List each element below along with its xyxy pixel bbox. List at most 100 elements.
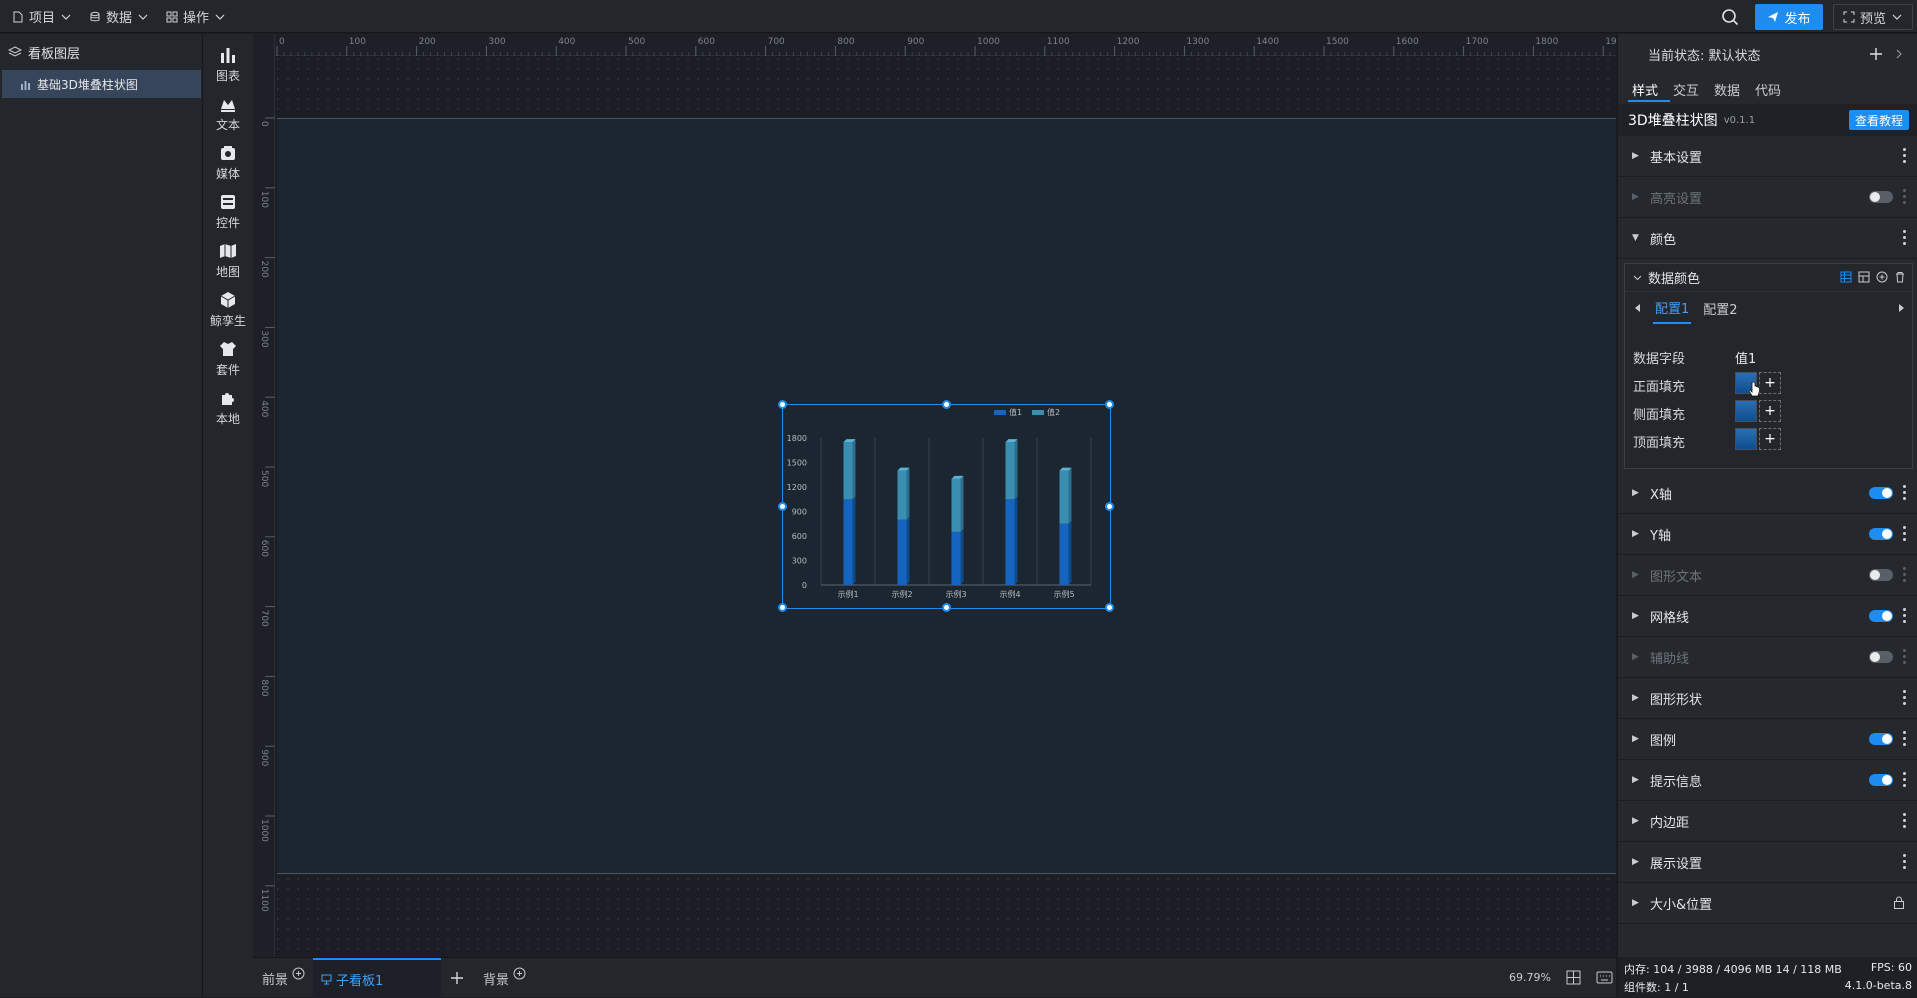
section-bottom-7[interactable]: ▶ 提示信息 [1618,760,1917,801]
bar-segment-1-1[interactable] [843,496,856,585]
comp-chart[interactable]: 图表 [203,39,253,89]
layout-icon[interactable] [1858,271,1870,283]
comp-text[interactable]: 文本 [203,88,253,138]
more-menu-icon[interactable] [1903,772,1907,787]
lock-icon[interactable] [1893,896,1905,909]
resize-handle-t[interactable] [942,400,951,409]
section-bottom-1[interactable]: ▶ Y轴 [1618,514,1917,555]
tab-sub-board[interactable]: 子看板1 [313,958,441,998]
resize-handle-tr[interactable] [1105,400,1114,409]
section-toggle[interactable] [1869,569,1893,581]
comp-local[interactable]: 本地 [203,382,253,432]
data-color-header[interactable]: 数据颜色 [1625,264,1912,292]
chevron-right-icon[interactable] [1895,49,1903,59]
side-fill-add-button[interactable]: + [1759,400,1781,422]
side-fill-swatch[interactable] [1735,400,1757,422]
section-top-2[interactable]: ▼ 颜色 [1618,218,1917,259]
comp-control[interactable]: 控件 [203,186,253,236]
more-menu-icon[interactable] [1903,148,1907,163]
more-menu-icon[interactable] [1903,854,1907,869]
add-circle-icon[interactable] [1876,271,1888,283]
section-bottom-4[interactable]: ▶ 辅助线 [1618,637,1917,678]
more-menu-icon[interactable] [1903,526,1907,541]
section-toggle[interactable] [1869,774,1893,786]
section-bottom-6[interactable]: ▶ 图例 [1618,719,1917,760]
legend-swatch[interactable] [994,410,1006,415]
section-toggle[interactable] [1869,733,1893,745]
resize-handle-r[interactable] [1105,502,1114,511]
tab-data[interactable]: 数据 [1714,80,1740,99]
section-bottom-5[interactable]: ▶ 图形形状 [1618,678,1917,719]
comp-kit[interactable]: 套件 [203,333,253,383]
bar-segment-1-4[interactable] [1005,496,1018,585]
add-circle-icon[interactable] [513,967,526,980]
add-state-icon[interactable] [1869,47,1883,61]
resize-handle-l[interactable] [778,502,787,511]
section-toggle[interactable] [1869,528,1893,540]
section-bottom-9[interactable]: ▶ 展示设置 [1618,842,1917,883]
more-menu-icon[interactable] [1903,485,1907,500]
resize-handle-br[interactable] [1105,603,1114,612]
keyboard-icon[interactable] [1596,971,1613,984]
menu-operations[interactable]: 操作 [166,0,226,33]
comp-twin[interactable]: 鲸孪生 [203,284,253,334]
bar-segment-2-2[interactable] [897,467,910,520]
bar-segment-2-3[interactable] [951,475,964,532]
data-field-value[interactable]: 值1 [1735,348,1756,367]
publish-button[interactable]: 发布 [1755,4,1823,30]
caret-right-icon[interactable] [1898,304,1904,312]
section-bottom-0[interactable]: ▶ X轴 [1618,473,1917,514]
top-fill-add-button[interactable]: + [1759,428,1781,450]
comp-map[interactable]: 地图 [203,235,253,285]
resize-handle-b[interactable] [942,603,951,612]
trash-icon[interactable] [1894,271,1906,283]
layer-item[interactable]: 基础3D堆叠柱状图 [2,70,201,98]
resize-handle-bl[interactable] [778,603,787,612]
menu-project[interactable]: 项目 [12,0,72,33]
bar-segment-1-3[interactable] [951,528,964,585]
section-top-0[interactable]: ▶ 基本设置 [1618,136,1917,177]
section-bottom-10[interactable]: ▶ 大小&位置 [1618,883,1917,924]
section-bottom-3[interactable]: ▶ 网格线 [1618,596,1917,637]
bar-segment-1-5[interactable] [1059,520,1072,585]
tab-foreground[interactable]: 前景 [262,958,305,998]
section-toggle[interactable] [1869,487,1893,499]
chart-component[interactable]: 1800 1500 1200 900 600 300 0 示例1 示例2 示例3 示例4 示例5 值1 值… [778,400,1114,612]
more-menu-icon[interactable] [1903,813,1907,828]
caret-left-icon[interactable] [1635,304,1641,312]
more-menu-icon[interactable] [1903,690,1907,705]
section-bottom-2[interactable]: ▶ 图形文本 [1618,555,1917,596]
more-menu-icon[interactable] [1903,649,1907,664]
more-menu-icon[interactable] [1903,230,1907,245]
preview-button[interactable]: 预览 [1833,4,1913,30]
add-icon[interactable] [450,971,464,985]
search-icon[interactable] [1719,6,1741,28]
section-bottom-8[interactable]: ▶ 内边距 [1618,801,1917,842]
section-top-1[interactable]: ▶ 高亮设置 [1618,177,1917,218]
bar-segment-2-4[interactable] [1005,439,1018,500]
more-menu-icon[interactable] [1903,189,1907,204]
config-tab-1[interactable]: 配置1 [1653,293,1692,324]
view-tutorial-button[interactable]: 查看教程 [1848,110,1909,130]
more-menu-icon[interactable] [1903,567,1907,582]
front-fill-add-button[interactable]: + [1759,372,1781,394]
more-menu-icon[interactable] [1903,731,1907,746]
bar-segment-2-1[interactable] [843,439,856,500]
config-tab-2[interactable]: 配置2 [1703,299,1737,318]
tab-style[interactable]: 样式 [1632,80,1658,99]
table-icon[interactable] [1840,271,1852,283]
section-toggle[interactable] [1869,651,1893,663]
resize-handle-tl[interactable] [778,400,787,409]
comp-media[interactable]: 媒体 [203,137,253,187]
menu-data[interactable]: 数据 [89,0,149,33]
bar-segment-2-5[interactable] [1059,467,1072,524]
fit-screen-icon[interactable] [1566,970,1581,985]
legend-swatch[interactable] [1032,410,1044,415]
section-toggle[interactable] [1869,191,1893,203]
add-circle-icon[interactable] [292,967,305,980]
zoom-level[interactable]: 69.79% [1509,971,1551,984]
bar-segment-1-2[interactable] [897,516,910,585]
section-toggle[interactable] [1869,610,1893,622]
tab-code[interactable]: 代码 [1755,80,1781,99]
tab-interaction[interactable]: 交互 [1673,80,1699,99]
